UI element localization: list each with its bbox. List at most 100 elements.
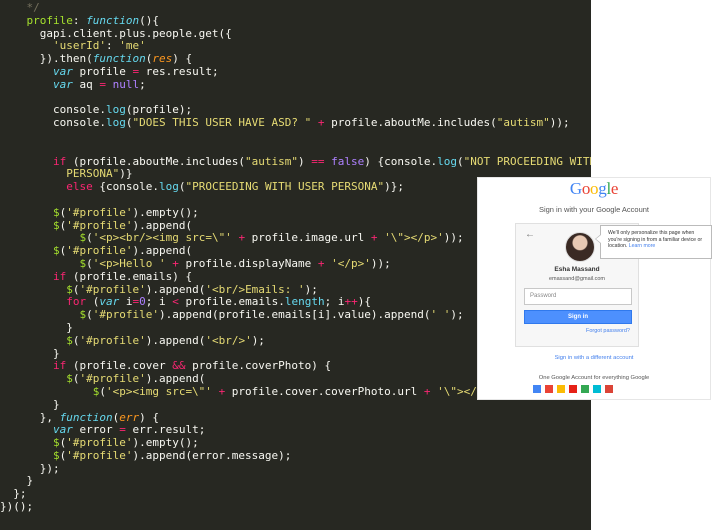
code-token: {console. [92,180,159,194]
play-icon [593,385,601,393]
code-token: ).append( [145,372,206,386]
code-token: '#profile' [66,218,133,232]
logo-letter: e [610,179,619,198]
code-line: console.log("DOES THIS USER HAVE ASD? " … [0,116,591,130]
code-token: $ [52,448,60,462]
code-token: ){ [357,295,371,309]
code-token: + [370,231,378,245]
code-token: )); [443,231,464,245]
maps-icon [581,385,589,393]
code-token: })(); [0,500,34,514]
code-token: length [284,295,325,309]
google-logo: Google [478,179,710,199]
code-token: ).empty(); [132,436,199,450]
code-token: console. [0,103,106,117]
code-token: false [331,154,365,168]
code-token: log [158,180,179,194]
code-token: (profile); [125,103,193,117]
code-token: '#profile' [79,333,146,347]
chrome-icon [605,385,613,393]
code-token: ) {console. [364,154,438,168]
code-token: 0 [139,295,146,309]
code-token: profile.emails. [178,295,285,309]
one-account-text: One Google Account for everything Google [538,375,650,381]
code-token: )}; [384,180,405,194]
code-token: else [66,180,93,194]
forgot-password-link[interactable]: Forgot password? [586,328,630,334]
code-token: '#profile' [66,244,133,258]
personalization-tooltip: We'll only personalize this page when yo… [595,225,712,259]
user-email: emassand@gmail.com [548,276,606,282]
code-token: '<p><br/><img src=\"' [92,231,232,245]
code-token: }).then( [0,52,93,66]
code-token: 'me' [119,39,146,53]
code-token: $ [66,333,73,347]
code-token: '<p>Hello ' [92,256,166,270]
code-token: function [92,52,146,66]
code-line: var aq = null; [0,77,591,92]
code-token: '\"></p>' [384,231,444,245]
code-token: '#profile' [66,436,133,450]
code-token: (){ [139,13,159,27]
code-token: )); [549,116,570,130]
password-input[interactable]: Password [524,288,632,305]
code-token: '#profile' [66,205,133,219]
code-token: log [105,103,126,117]
code-token: profile.cover.coverPhoto.url [225,384,424,398]
code-token: } [0,320,73,334]
code-token: ; i [145,295,173,309]
back-arrow-icon[interactable]: ← [525,229,535,240]
gmail-icon [545,385,553,393]
user-name: Esha Massand [554,266,600,273]
code-line: } [0,475,591,488]
code-token: ).append( [145,282,206,296]
code-token: profile.coverPhoto) { [185,359,332,373]
code-token: (profile.aboutMe.includes( [66,154,246,168]
code-token: '<br/>' [205,333,252,347]
learn-more-link[interactable]: Learn more [629,243,656,249]
code-token: } [0,346,60,360]
code-token: && [172,359,186,373]
google-apps-row [533,385,613,393]
code-token: ).append(error.message); [132,448,292,462]
code-token: )); [370,256,391,270]
code-token: var [99,295,120,309]
code-token: profile [72,64,133,78]
sign-in-button[interactable]: Sign in [524,310,632,324]
drive-icon [557,385,565,393]
code-token: ); [251,333,265,347]
google-signin-panel: Google Sign in with your Google Account … [477,177,712,400]
code-token: ); [304,282,318,296]
code-token: ' ' [430,308,451,322]
code-token: $ [52,218,60,232]
code-token: profile [26,13,73,27]
code-token: = [119,423,126,437]
code-token: ).append( [145,333,206,347]
code-token: res.result; [139,64,219,78]
different-account-link[interactable]: Sign in with a different account [478,355,710,361]
youtube-icon [569,385,577,393]
code-token: ( [86,308,93,322]
code-token: ) { [172,52,193,66]
code-token: $ [66,372,73,386]
code-token: function [86,13,140,27]
code-token: log [105,116,126,130]
code-token: ; [139,77,146,91]
code-token: if [52,154,67,168]
code-token: '#profile' [92,308,159,322]
code-token: } [0,474,34,488]
code-token: i [119,295,133,309]
code-token: '<br/>Emails: ' [205,282,305,296]
code-token: ).empty(); [132,205,199,219]
code-token: ( [457,154,464,168]
